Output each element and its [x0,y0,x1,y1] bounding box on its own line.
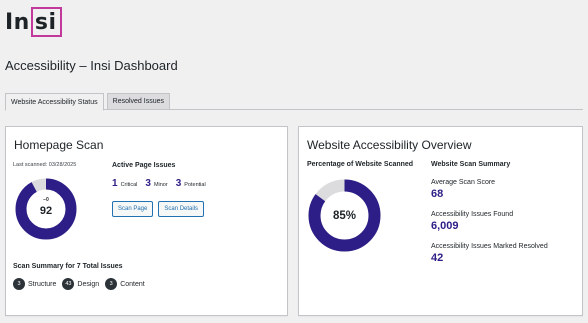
page-title: Accessibility – Insi Dashboard [5,58,178,73]
scan-summary-heading: Scan Summary for 7 Total Issues [13,263,123,270]
website-scan-summary: Website Scan Summary Average Scan Score … [431,161,548,264]
structure-label: Structure [28,280,57,288]
design-count-badge: 43 [62,278,75,290]
logo-box: si [30,7,62,37]
score-center: −0 92 [14,177,78,241]
critical-count: 1 [112,178,118,189]
pct-scanned-label: Percentage of Website Scanned [307,161,414,168]
content-label: Content [120,280,145,288]
minor-label: Minor [153,182,168,188]
scan-summary-row: 3 Structure 43 Design 3 Content [13,278,151,290]
design-label: Design [77,280,100,288]
homepage-score-donut: −0 92 [14,177,78,241]
scan-summary: Scan Summary for 7 Total Issues 3 Struct… [13,263,151,290]
score-value: 92 [39,205,53,217]
issues-found-value: 6,009 [431,220,459,232]
potential-count: 3 [175,178,182,189]
last-scanned-text: Last scanned: 03/28/2025 [13,162,77,168]
tab-resolved-issues[interactable]: Resolved Issues [106,93,170,110]
pct-scanned-value: 85% [332,209,357,222]
active-issues-heading: Active Page Issues [112,162,176,169]
content-count-badge: 3 [105,278,118,290]
issue-counts: 1 Critical 3 Minor 3 Potential [112,178,214,189]
avg-score-value: 68 [431,188,444,200]
scan-button-row: Scan Page Scan Details [112,201,214,217]
score-delta: −0 [43,197,49,203]
logo-text-boxed: si [34,9,57,35]
website-scan-summary-heading: Website Scan Summary [431,161,511,168]
insi-logo: In si [5,6,62,38]
issues-found-label: Accessibility Issues Found [431,211,514,218]
potential-label: Potential [184,182,206,188]
critical-label: Critical [120,182,138,188]
overview-title: Website Accessibility Overview [307,138,472,152]
structure-count-badge: 3 [13,278,25,290]
homepage-scan-card: Homepage Scan Last scanned: 03/28/2025 −… [5,126,288,316]
scan-page-button[interactable]: Scan Page [112,201,154,217]
scan-details-button[interactable]: Scan Details [158,201,205,217]
issues-resolved-label: Accessibility Issues Marked Resolved [431,243,548,250]
tab-website-accessibility-status[interactable]: Website Accessibility Status [5,93,104,111]
avg-score-label: Average Scan Score [431,179,496,186]
pct-center: 85% [307,178,382,253]
website-overview-card: Website Accessibility Overview Percentag… [298,126,583,316]
homepage-scan-title: Homepage Scan [14,138,104,152]
active-page-issues: Active Page Issues 1 Critical 3 Minor 3 … [112,162,214,217]
tab-bar: Website Accessibility Status Resolved Is… [5,93,583,111]
issues-resolved-value: 42 [431,252,444,264]
pct-scanned-donut: 85% [307,178,382,253]
logo-text-left: In [5,9,30,35]
minor-count: 3 [145,178,151,189]
